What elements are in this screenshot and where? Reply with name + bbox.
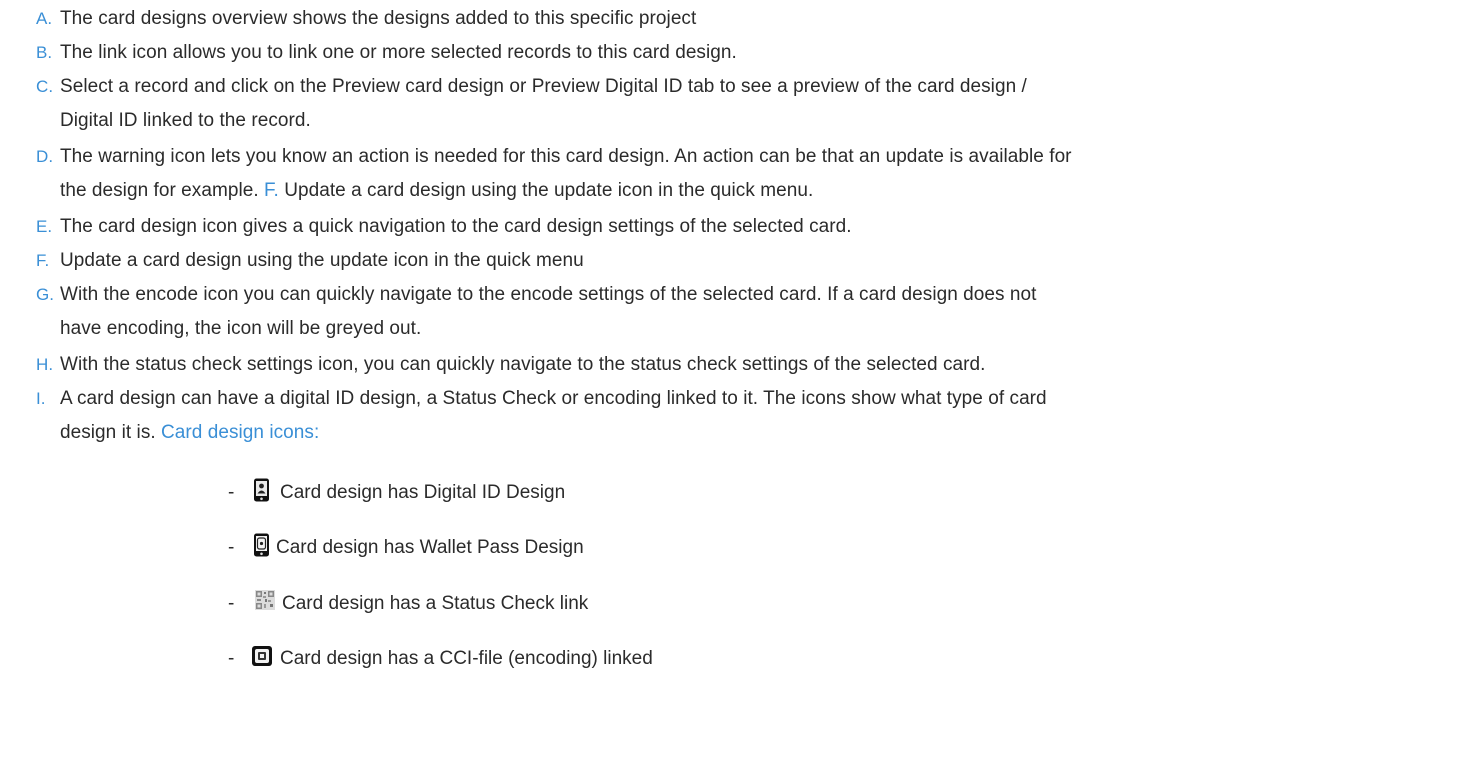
bullet-dash: - (228, 593, 235, 614)
icon-legend-label: Card design has a CCI-file (encoding) li… (280, 648, 653, 669)
list-letter: D. (36, 147, 54, 166)
list-text: With the status check settings icon, you… (60, 354, 986, 375)
text-run: Update a card design using the update ic… (278, 180, 814, 201)
bullet-dash: - (228, 537, 235, 558)
list-text: The link icon allows you to link one or … (60, 42, 737, 63)
list-letter: G. (36, 285, 55, 304)
list-item-c: C. Select a record and click on the Prev… (36, 70, 1456, 138)
list-text-line: Select a record and click on the Preview… (60, 76, 1027, 97)
text-run: the design for example. (60, 180, 264, 201)
cross-reference-letter: F. (263, 180, 279, 201)
list-text: Select a record and click on the Preview… (60, 70, 1456, 138)
icon-legend-label: Card design has a Status Check link (282, 593, 589, 614)
list-letter: E. (36, 217, 53, 236)
list-text: The card designs overview shows the desi… (60, 8, 697, 29)
icon-legend-label: Card design has Wallet Pass Design (276, 537, 584, 558)
list-text-line: have encoding, the icon will be greyed o… (60, 318, 422, 339)
chip-card-icon (251, 644, 273, 668)
bullet-dash: - (228, 648, 235, 669)
list-text: A card design can have a digital ID desi… (60, 382, 1456, 450)
phone-person-icon (251, 478, 273, 502)
list-text-line: the design for example. F. Update a card… (60, 174, 1456, 208)
list-text-line: A card design can have a digital ID desi… (60, 388, 1047, 409)
list-text-line: design it is. Card design icons: (60, 416, 1456, 450)
list-text-line: With the encode icon you can quickly nav… (60, 284, 1037, 305)
list-letter: A. (36, 9, 53, 28)
list-letter: F. (36, 251, 50, 270)
list-text: The warning icon lets you know an action… (60, 140, 1456, 208)
list-letter: I. (36, 389, 46, 408)
icon-legend-label: Card design has Digital ID Design (280, 482, 566, 503)
list-text-line: The warning icon lets you know an action… (60, 146, 1072, 167)
list-letter: C. (36, 77, 54, 96)
list-text: The card design icon gives a quick navig… (60, 216, 852, 237)
list-text-line: Digital ID linked to the record. (60, 110, 311, 131)
text-run: design it is. (60, 422, 162, 443)
list-item-d: D. The warning icon lets you know an act… (36, 140, 1456, 208)
phone-wallet-icon (251, 533, 273, 557)
list-text: With the encode icon you can quickly nav… (60, 278, 1456, 346)
section-link-text: Card design icons: (161, 422, 320, 443)
qr-code-icon (254, 589, 276, 613)
list-item-g: G. With the encode icon you can quickly … (36, 278, 1456, 346)
bullet-dash: - (228, 482, 235, 503)
list-text: Update a card design using the update ic… (60, 250, 584, 271)
list-letter: B. (36, 43, 53, 62)
list-letter: H. (36, 355, 54, 374)
list-item-i: I. A card design can have a digital ID d… (36, 382, 1456, 450)
